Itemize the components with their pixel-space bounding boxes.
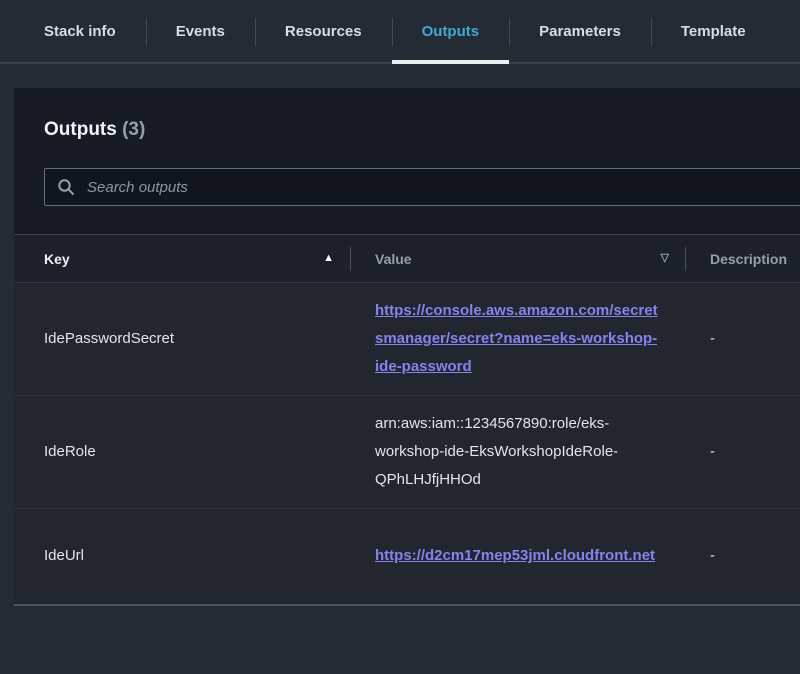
table-row: IdePasswordSecret https://console.aws.am… [14, 283, 800, 396]
column-header-value[interactable]: Value ▽ [350, 235, 685, 283]
column-header-description[interactable]: Description [685, 235, 800, 283]
table-row: IdeUrl https://d2cm17mep53jml.cloudfront… [14, 509, 800, 605]
output-description: - [685, 283, 800, 396]
outputs-table: Key ▲ Value ▽ Description [14, 234, 800, 606]
output-key: IdeRole [14, 396, 350, 509]
column-header-key-label: Key [44, 251, 70, 267]
output-description: - [685, 509, 800, 605]
tab-resources[interactable]: Resources [255, 0, 392, 62]
column-header-value-label: Value [375, 251, 412, 267]
output-key: IdePasswordSecret [14, 283, 350, 396]
column-header-key[interactable]: Key ▲ [14, 235, 350, 283]
tab-events[interactable]: Events [146, 0, 255, 62]
outputs-panel-header: Outputs (3) [14, 88, 800, 234]
column-header-description-label: Description [710, 251, 787, 267]
tab-outputs[interactable]: Outputs [392, 0, 510, 62]
sort-descending-icon: ▽ [661, 253, 669, 264]
sort-ascending-icon: ▲ [323, 253, 334, 264]
tab-parameters[interactable]: Parameters [509, 0, 651, 62]
output-key: IdeUrl [14, 509, 350, 605]
output-value-link[interactable]: https://console.aws.amazon.com/secretsma… [375, 302, 658, 375]
output-value-text: arn:aws:iam::1234567890:role/eks-worksho… [375, 415, 618, 488]
table-header-row: Key ▲ Value ▽ Description [14, 235, 800, 283]
outputs-panel: Outputs (3) Key ▲ [14, 88, 800, 606]
output-value-link[interactable]: https://d2cm17mep53jml.cloudfront.net [375, 547, 655, 564]
search-box[interactable] [44, 168, 800, 206]
tab-template[interactable]: Template [651, 0, 776, 62]
outputs-count-badge: (3) [122, 119, 145, 140]
tab-stack-info[interactable]: Stack info [14, 0, 146, 62]
stack-tab-bar: Stack info Events Resources Outputs Para… [0, 0, 800, 64]
search-wrap [14, 142, 800, 234]
search-input[interactable] [85, 178, 793, 197]
table-row: IdeRole arn:aws:iam::1234567890:role/eks… [14, 396, 800, 509]
output-description: - [685, 396, 800, 509]
page-title: Outputs (3) [14, 118, 800, 142]
search-icon [57, 178, 75, 196]
outputs-title-text: Outputs [44, 119, 117, 140]
